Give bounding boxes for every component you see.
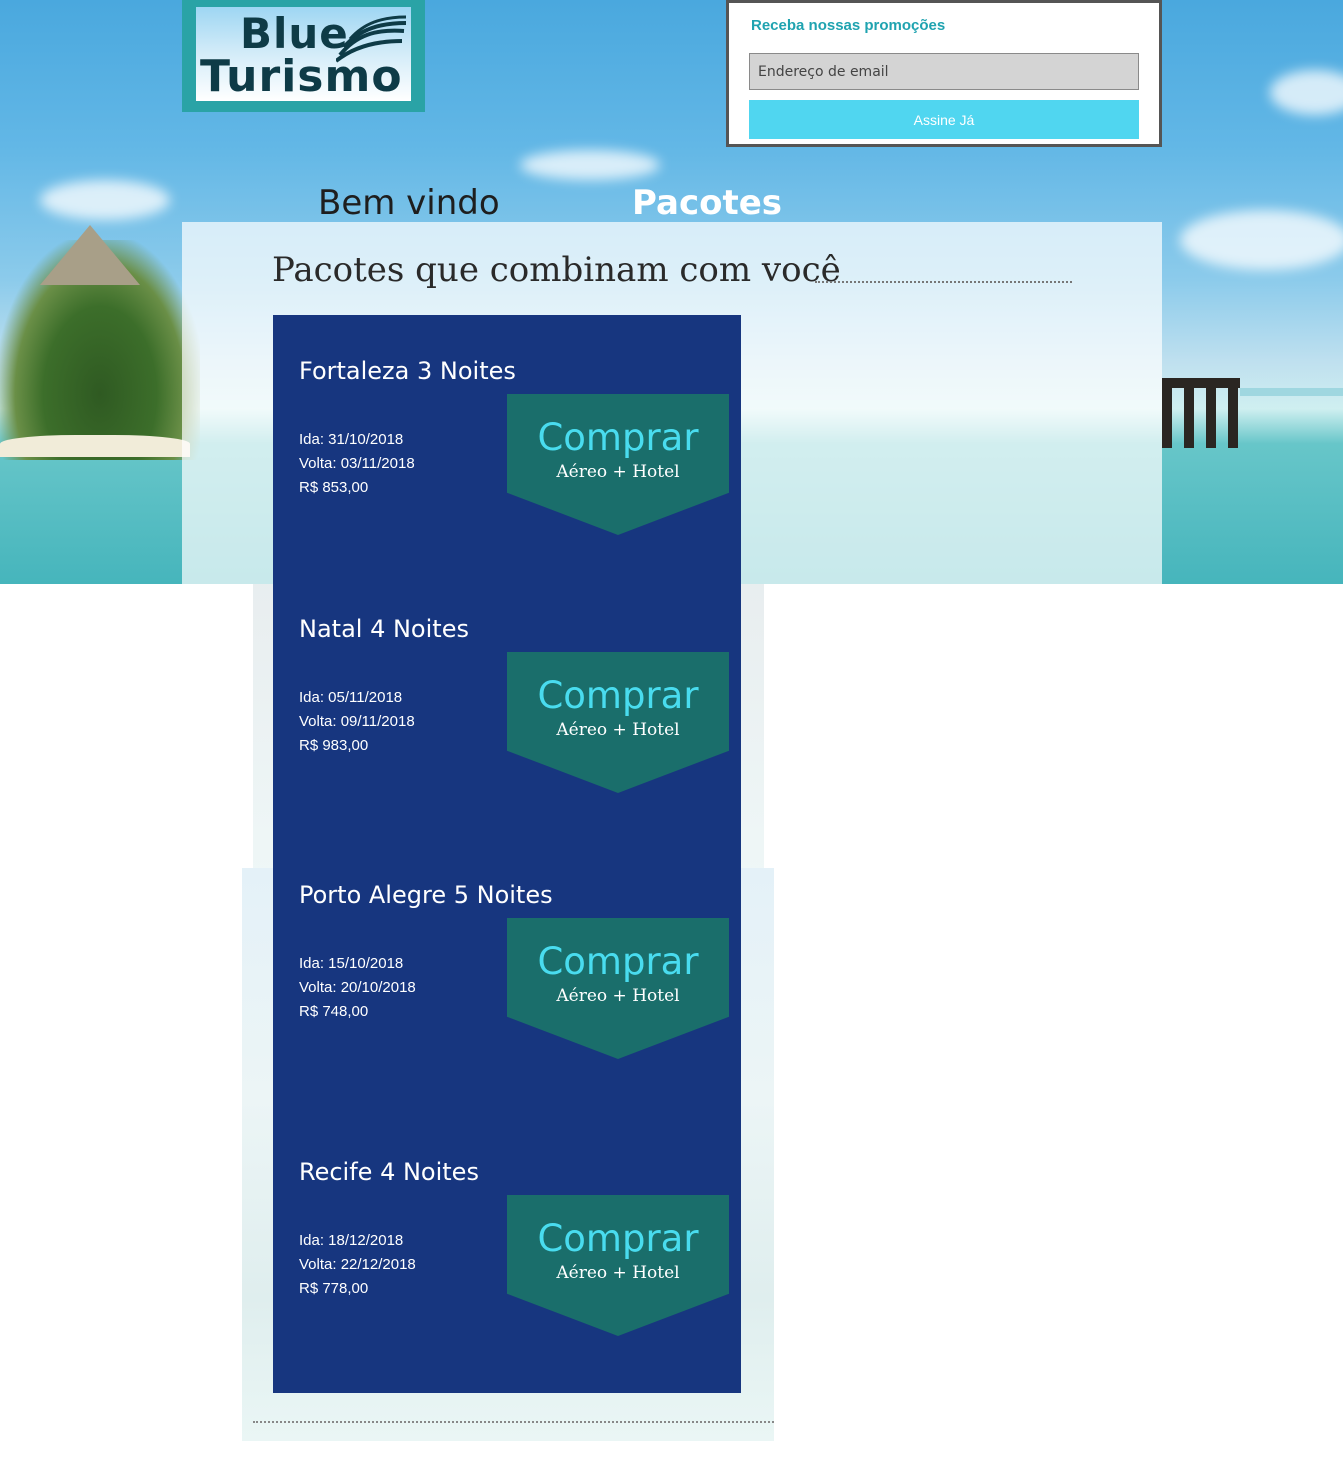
package-departure: Ida: 05/11/2018 [299,689,403,706]
package-price: R$ 983,00 [299,737,369,754]
newsletter-title: Receba nossas promoções [751,17,946,34]
buy-button-subtitle: Aéreo + Hotel [556,720,680,740]
package-return: Volta: 20/10/2018 [299,979,416,996]
buy-button[interactable]: Comprar Aéreo + Hotel [507,394,729,535]
package-name: Natal 4 Noites [299,615,469,643]
buy-button-subtitle: Aéreo + Hotel [556,462,680,482]
package-name: Recife 4 Noites [299,1158,479,1186]
nav-item-pacotes[interactable]: Pacotes [632,183,782,223]
package-name: Porto Alegre 5 Noites [299,881,553,909]
subscribe-button[interactable]: Assine Já [749,100,1139,139]
package-price: R$ 778,00 [299,1280,369,1297]
buy-button-label: Comprar [537,1217,699,1260]
nav-item-bem-vindo[interactable]: Bem vindo [318,183,500,223]
email-field[interactable] [749,53,1139,90]
buy-button-label: Comprar [537,940,699,983]
package-departure: Ida: 31/10/2018 [299,431,404,448]
package-return: Volta: 09/11/2018 [299,713,415,730]
buy-button-label: Comprar [537,416,699,459]
buy-button-label: Comprar [537,674,699,717]
beach-image [0,435,190,457]
buy-button[interactable]: Comprar Aéreo + Hotel [507,652,729,793]
section-title: Pacotes que combinam com você [272,250,841,290]
packages-list: Fortaleza 3 Noites Ida: 31/10/2018 Volta… [273,315,741,1393]
package-price: R$ 748,00 [299,1003,369,1020]
hut-image [40,225,140,285]
package-price: R$ 853,00 [299,479,369,496]
package-name: Fortaleza 3 Noites [299,357,516,385]
bottom-divider [253,1421,774,1423]
buy-button[interactable]: Comprar Aéreo + Hotel [507,918,729,1059]
package-return: Volta: 22/12/2018 [299,1256,416,1273]
buy-button-subtitle: Aéreo + Hotel [556,986,680,1006]
buy-button-subtitle: Aéreo + Hotel [556,1263,680,1283]
newsletter-box: Receba nossas promoções Assine Já [726,0,1162,147]
package-return: Volta: 03/11/2018 [299,455,415,472]
package-departure: Ida: 18/12/2018 [299,1232,404,1249]
package-departure: Ida: 15/10/2018 [299,955,404,972]
buy-button[interactable]: Comprar Aéreo + Hotel [507,1195,729,1336]
logo-text-turismo: Turismo [200,51,403,101]
title-divider [815,281,1072,283]
logo[interactable]: Blue Turismo [182,0,425,112]
